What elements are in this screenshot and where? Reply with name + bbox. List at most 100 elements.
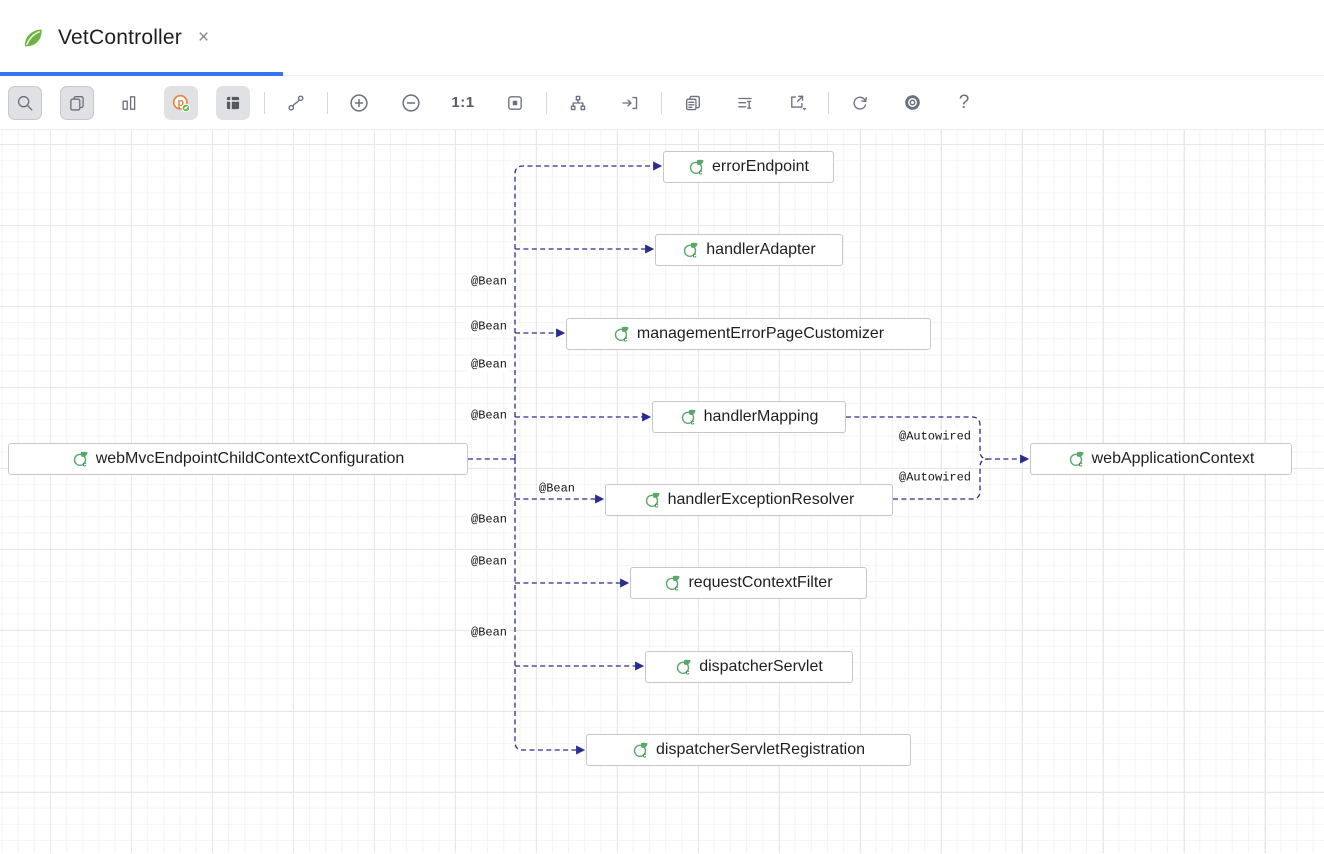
gear-icon <box>903 93 922 112</box>
fit-content-button[interactable] <box>498 86 532 120</box>
help-button[interactable]: ? <box>947 86 981 120</box>
editor-tab-bar: VetController × <box>0 0 1324 76</box>
bean-name: errorEndpoint <box>712 158 809 176</box>
toolbar-separator <box>828 92 829 114</box>
tab-title: VetController <box>58 26 182 50</box>
magnifier-icon <box>16 94 34 112</box>
svg-text:c: c <box>654 502 658 509</box>
svg-text:c: c <box>693 252 697 259</box>
fit-content-icon <box>506 94 524 112</box>
bean-name: webApplicationContext <box>1092 450 1255 468</box>
bar-chart-button[interactable] <box>112 86 146 120</box>
spring-profile-button[interactable]: p <box>164 86 198 120</box>
edge-annotation: @Bean <box>469 320 509 335</box>
export-button[interactable] <box>780 86 814 120</box>
connector-button[interactable] <box>279 86 313 120</box>
zoom-in-button[interactable] <box>342 86 376 120</box>
actual-size-label: 1:1 <box>451 94 474 111</box>
edge-annotation: @Autowired <box>897 471 973 486</box>
zoom-out-button[interactable] <box>394 86 428 120</box>
spring-bean-icon: c <box>613 326 630 343</box>
arrow-into-bracket-icon <box>621 94 639 112</box>
hierarchy-icon <box>569 94 587 112</box>
export-icon <box>788 93 807 112</box>
bean-node-handlerMapping[interactable]: c handlerMapping <box>652 401 846 433</box>
ide-window: VetController × p <box>0 0 1324 854</box>
grid-legend-icon <box>224 94 242 112</box>
svg-text:c: c <box>1078 461 1082 468</box>
apply-layout-button[interactable] <box>613 86 647 120</box>
connector-icon <box>287 94 305 112</box>
list-cursor-icon <box>736 94 754 112</box>
refresh-icon <box>851 94 869 112</box>
grid-legend-button[interactable] <box>216 86 250 120</box>
actual-size-button[interactable]: 1:1 <box>446 86 480 120</box>
spring-bean-icon: c <box>632 742 649 759</box>
edge-annotation: @Autowired <box>897 430 973 445</box>
spring-bean-icon: c <box>682 242 699 259</box>
spring-bean-icon: c <box>664 575 681 592</box>
bean-name: handlerAdapter <box>706 241 815 259</box>
bean-name: dispatcherServlet <box>699 658 823 676</box>
bean-name: webMvcEndpointChildContextConfiguration <box>96 450 405 468</box>
spring-bean-icon: c <box>72 451 89 468</box>
spring-bean-icon: c <box>675 659 692 676</box>
bean-node-dispatcherServlet[interactable]: c dispatcherServlet <box>645 651 853 683</box>
bean-name: handlerMapping <box>704 408 819 426</box>
bean-name: handlerExceptionResolver <box>668 491 855 509</box>
bean-node-webApplicationContext[interactable]: c webApplicationContext <box>1030 443 1292 475</box>
hierarchy-button[interactable] <box>561 86 595 120</box>
zoom-out-icon <box>401 93 421 113</box>
toolbar-separator <box>327 92 328 114</box>
svg-text:c: c <box>686 669 690 676</box>
edge-annotation: @Bean <box>469 626 509 641</box>
spring-leaf-icon <box>20 25 46 51</box>
dependency-edge <box>515 166 654 459</box>
diagram-canvas[interactable]: c errorEndpoint c handlerAdapter c manag… <box>0 130 1324 853</box>
svg-text:c: c <box>699 169 703 176</box>
edge-annotation: @Bean <box>469 555 509 570</box>
edge-annotation: @Bean <box>469 358 509 373</box>
toolbar-separator <box>264 92 265 114</box>
spring-bean-icon: c <box>1068 451 1085 468</box>
toolbar-separator <box>546 92 547 114</box>
show-edge-labels-button[interactable] <box>728 86 762 120</box>
magnifier-button[interactable] <box>8 86 42 120</box>
svg-text:c: c <box>82 461 86 468</box>
tab-close-icon[interactable]: × <box>198 28 209 47</box>
edge-annotation: @Bean <box>469 275 509 290</box>
bean-name: dispatcherServletRegistration <box>656 741 865 759</box>
bar-chart-icon <box>120 94 138 112</box>
copy-diagram-button[interactable] <box>676 86 710 120</box>
spring-bean-icon: c <box>688 159 705 176</box>
tab-vetcontroller[interactable]: VetController × <box>0 0 283 75</box>
edge-annotation: @Bean <box>537 482 577 497</box>
svg-text:c: c <box>675 585 679 592</box>
toolbar-separator <box>661 92 662 114</box>
edge-annotation: @Bean <box>469 409 509 424</box>
refresh-button[interactable] <box>843 86 877 120</box>
svg-text:c: c <box>623 336 627 343</box>
settings-button[interactable] <box>895 86 929 120</box>
bean-node-dispatcherServletRegistration[interactable]: c dispatcherServletRegistration <box>586 734 911 766</box>
edge-annotation: @Bean <box>469 513 509 528</box>
copy-toggle-button[interactable] <box>60 86 94 120</box>
bean-node-requestContextFilter[interactable]: c requestContextFilter <box>630 567 867 599</box>
spring-bean-icon: c <box>680 409 697 426</box>
bean-node-errorEndpoint[interactable]: c errorEndpoint <box>663 151 834 183</box>
bean-name: requestContextFilter <box>688 574 832 592</box>
svg-text:c: c <box>690 419 694 426</box>
spring-bean-icon: c <box>644 492 661 509</box>
dependency-edge <box>515 459 577 750</box>
documents-icon <box>684 94 702 112</box>
copy-icon <box>68 94 86 112</box>
bean-name: managementErrorPageCustomizer <box>637 325 884 343</box>
bean-node-handlerExceptionResolver[interactable]: c handlerExceptionResolver <box>605 484 893 516</box>
active-tab-underline <box>0 72 283 76</box>
bean-node-handlerAdapter[interactable]: c handlerAdapter <box>655 234 843 266</box>
svg-text:c: c <box>643 752 647 759</box>
diagram-toolbar: p <box>0 76 1324 130</box>
help-label: ? <box>959 92 970 114</box>
bean-node-managementErrorPageCustomizer[interactable]: c managementErrorPageCustomizer <box>566 318 931 350</box>
bean-node-webMvcEndpointChildContextConfiguration[interactable]: c webMvcEndpointChildContextConfiguratio… <box>8 443 468 475</box>
